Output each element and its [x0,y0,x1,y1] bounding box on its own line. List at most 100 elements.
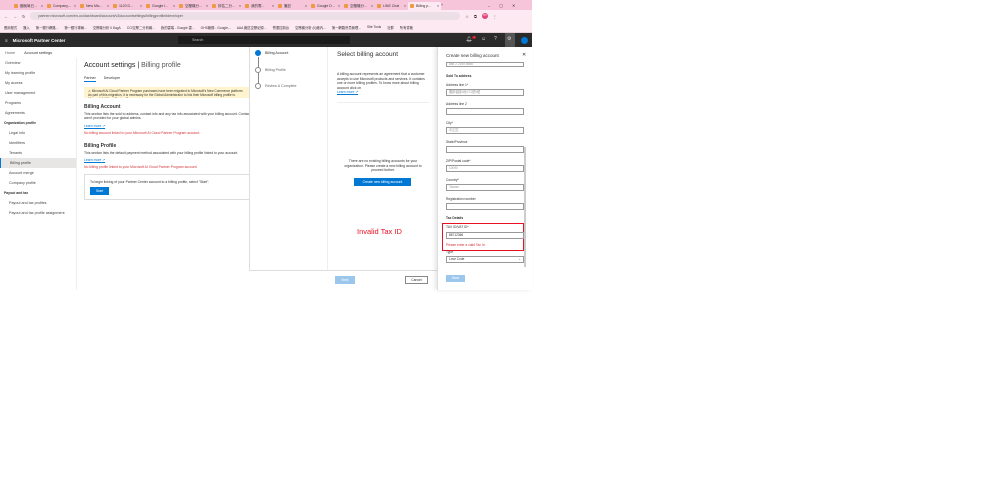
search-input[interactable]: Search [178,36,350,44]
bookmark-item[interactable]: 匯入 [23,25,30,30]
browser-tab[interactable]: Billing p... × [408,2,441,10]
create-billing-account-button[interactable]: Create new billing account [354,178,411,186]
bookmark-item[interactable]: Site Tools [367,25,381,29]
help-icon[interactable]: ? [494,36,497,42]
field-input[interactable]: 中正區 [446,127,524,134]
nav-item[interactable]: Programs [0,98,76,108]
favicon-icon [80,4,84,8]
cancel-button[interactable]: Cancel [405,276,428,284]
nav-item[interactable]: Tenants [0,148,76,158]
close-tab-icon[interactable]: × [272,4,274,8]
bookmark-item[interactable]: AAA 廠區空壓紀錄... [237,25,267,30]
nav-item[interactable]: Identifiers [0,138,76,148]
nav-item[interactable]: Billing profile [0,158,76,168]
nav-item[interactable]: Overview [0,58,76,68]
field-input[interactable]: Taiwan [446,184,524,191]
back-icon[interactable]: ← [4,14,8,19]
browser-tab[interactable]: 評估二分... × [210,2,243,10]
close-tab-icon[interactable]: × [437,4,439,8]
browser-tab[interactable]: 空壓機分... × [177,2,210,10]
bookmark-item[interactable]: 空壓機分析 II 8ugA [93,25,121,30]
close-tab-icon[interactable]: × [140,4,142,8]
nav-item[interactable]: Payout and tax profile assignment [0,208,76,218]
learn-more-link[interactable]: Learn more ↗ [84,124,250,128]
bookmark-item[interactable]: 第一銀行專屬... [64,25,87,30]
field-input[interactable]: 10090 [446,165,524,172]
bookmark-item[interactable]: 應用程式 [4,25,17,30]
close-tab-icon[interactable]: × [41,4,43,8]
bookmark-item[interactable]: 空壓機分析 (II)廠內... [295,25,326,30]
close-tab-icon[interactable]: × [404,4,406,8]
smiley-icon[interactable]: ☺ [481,36,486,42]
bookmark-item[interactable]: 我的雲端 - Google 雲... [161,25,195,30]
close-tab-icon[interactable]: × [173,4,175,8]
tax-id-input[interactable]: 86712366 [446,232,524,239]
bookmark-item[interactable]: 第一銀行網路... [36,25,59,30]
tab-partner[interactable]: Partner [84,76,96,82]
close-tab-icon[interactable]: × [338,4,340,8]
nav-item[interactable]: Agreements [0,108,76,118]
new-tab-icon[interactable]: + [441,3,443,7]
field-input[interactable] [446,108,524,115]
nav-item[interactable]: Company profile [0,178,76,188]
type-select[interactable]: Love Code ⌄ [446,256,524,263]
bookmark-item[interactable]: 社群 [387,25,394,30]
close-icon[interactable]: ✕ [522,52,526,58]
star-icon[interactable]: ☆ [465,14,469,19]
scrollbar[interactable] [524,147,526,267]
user-avatar[interactable] [521,37,528,44]
close-tab-icon[interactable]: × [371,4,373,8]
browser-tab[interactable]: 1120 D... × [111,2,144,10]
next-button[interactable]: Next [335,276,355,284]
nav-item[interactable]: Legal info [0,128,76,138]
browser-tab[interactable]: 筆記 × [276,2,309,10]
notification-icon[interactable]: 🔔︎1 [466,36,476,43]
field-input[interactable] [446,203,524,210]
save-button[interactable]: Save [446,275,465,282]
reload-icon[interactable]: ↻ [22,14,25,19]
menu-icon[interactable]: ⋮ [493,14,497,19]
learn-more-link[interactable]: Learn more ↗ [337,90,358,94]
breadcrumb-home[interactable]: Home [5,51,15,55]
profile-avatar[interactable]: HH [481,13,488,19]
bookmark-item[interactable]: 第一網路會員管理... [332,25,361,30]
bookmark-item[interactable]: GHS廠務 - Google... [201,25,231,30]
browser-tab[interactable]: Google D... × [309,2,342,10]
extensions-icon[interactable]: ⧉ [474,14,477,19]
browser-tab[interactable]: Google I... × [144,2,177,10]
url-input[interactable]: partner.microsoft.com/en-us/dashboard/ac… [30,12,461,20]
favicon-icon [377,4,381,8]
bookmark-item[interactable]: 營運控制台 [273,25,289,30]
nav-item[interactable]: User management [0,88,76,98]
browser-tab[interactable]: Company... × [45,2,78,10]
close-tab-icon[interactable]: × [74,4,76,8]
minimize-icon[interactable]: – [488,3,490,8]
maximize-icon[interactable]: ▢ [499,3,503,8]
nav-item[interactable]: Payout and tax profiles [0,198,76,208]
close-tab-icon[interactable]: × [305,4,307,8]
browser-tab[interactable]: 國稅局已... × [12,2,45,10]
field-input[interactable]: 羅斯福路3段272號5樓 [446,89,524,96]
browser-tab[interactable]: LINE Chat × [375,2,408,10]
browser-tab[interactable]: 空壓機分... × [342,2,375,10]
bookmark-item[interactable]: 所有書籤 [400,25,413,30]
empty-message: There are no existing billing accounts f… [344,159,422,173]
hamburger-icon[interactable]: ≡ [5,38,8,43]
browser-tab[interactable]: New Mic... × [78,2,111,10]
nav-item[interactable]: My learning profile [0,68,76,78]
field-input[interactable] [446,146,524,153]
close-tab-icon[interactable]: × [107,4,109,8]
settings-icon[interactable]: ⚙ [505,33,515,47]
forward-icon[interactable]: → [13,14,17,19]
tab-developer[interactable]: Developer [104,76,120,82]
browser-tab[interactable]: 我的電... × [243,2,276,10]
start-button[interactable]: Start [90,187,110,196]
bookmark-item[interactable]: CCI空壓二分析報... [127,25,155,30]
close-icon[interactable]: ✕ [512,3,515,8]
nav-item[interactable]: Account merge [0,168,76,178]
close-tab-icon[interactable]: × [239,4,241,8]
phone-field[interactable]: 886 2 2345 6666 [446,62,524,67]
close-tab-icon[interactable]: × [206,4,208,8]
learn-more-link[interactable]: Learn more ↗ [84,158,250,162]
nav-item[interactable]: My access [0,78,76,88]
